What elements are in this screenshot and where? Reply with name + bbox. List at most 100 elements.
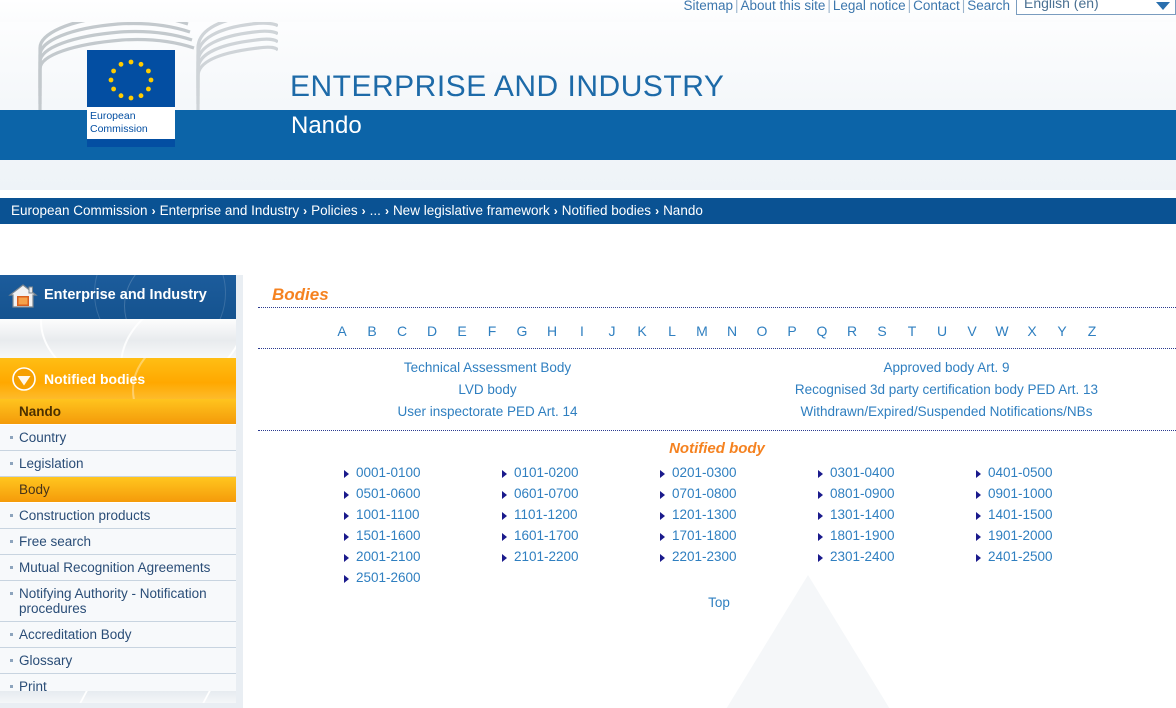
range-link[interactable]: 1601-1700: [502, 528, 579, 543]
alpha-link-e[interactable]: E: [447, 323, 477, 339]
sidebar-item-label[interactable]: Glossary: [19, 653, 72, 668]
alpha-link-l[interactable]: L: [657, 323, 687, 339]
range-link[interactable]: 0401-0500: [976, 465, 1053, 480]
breadcrumb-item-ellipsis[interactable]: ...: [370, 203, 381, 218]
link-technical-assessment-body[interactable]: Technical Assessment Body: [404, 360, 571, 375]
range-cell: 2201-2300: [660, 549, 818, 570]
link-recognised-3d-party-certification-body[interactable]: Recognised 3d party certification body P…: [795, 382, 1098, 397]
breadcrumb-bar: European Commission › Enterprise and Indus…: [0, 198, 1176, 224]
sidebar-item-label[interactable]: Accreditation Body: [19, 627, 132, 642]
sidebar-item-label[interactable]: Legislation: [19, 456, 84, 471]
sidebar-header[interactable]: Enterprise and Industry: [0, 275, 236, 319]
range-link[interactable]: 0801-0900: [818, 486, 895, 501]
range-link[interactable]: 2001-2100: [344, 549, 421, 564]
range-link[interactable]: 0601-0700: [502, 486, 579, 501]
sidebar-item-label[interactable]: Construction products: [19, 508, 150, 523]
range-link[interactable]: 0201-0300: [660, 465, 737, 480]
alpha-link-x[interactable]: X: [1017, 323, 1047, 339]
range-cell: 2301-2400: [818, 549, 976, 570]
language-select[interactable]: English (en): [1016, 0, 1176, 15]
contact-link[interactable]: Contact: [913, 0, 960, 13]
sidebar-section-notified-bodies[interactable]: Notified bodies: [0, 358, 236, 399]
alpha-link-m[interactable]: M: [687, 323, 717, 339]
breadcrumb-item-notified-bodies[interactable]: Notified bodies: [562, 203, 651, 218]
sidebar-item-label[interactable]: Country: [19, 430, 66, 445]
sidebar-item-construction-products[interactable]: Construction products: [0, 503, 236, 529]
sidebar-item-label[interactable]: Mutual Recognition Agreements: [19, 560, 210, 575]
range-link[interactable]: 1701-1800: [660, 528, 737, 543]
alpha-link-n[interactable]: N: [717, 323, 747, 339]
top-anchor-link[interactable]: Top: [708, 595, 730, 610]
range-cell: 0301-0400: [818, 465, 976, 486]
alpha-link-h[interactable]: H: [537, 323, 567, 339]
breadcrumb-item-new-legislative-framework[interactable]: New legislative framework: [393, 203, 550, 218]
range-link[interactable]: 1001-1100: [344, 507, 420, 522]
body-type-cell: Approved body Art. 9: [717, 360, 1176, 382]
alpha-link-p[interactable]: P: [777, 323, 807, 339]
alpha-link-r[interactable]: R: [837, 323, 867, 339]
link-approved-body-art-9[interactable]: Approved body Art. 9: [883, 360, 1009, 375]
alpha-link-k[interactable]: K: [627, 323, 657, 339]
range-link[interactable]: 1901-2000: [976, 528, 1053, 543]
sidebar-item-glossary[interactable]: Glossary: [0, 648, 236, 674]
alpha-link-g[interactable]: G: [507, 323, 537, 339]
breadcrumb-item-enterprise-and-industry[interactable]: Enterprise and Industry: [160, 203, 300, 218]
range-link[interactable]: 2101-2200: [502, 549, 579, 564]
breadcrumb-item-policies[interactable]: Policies: [311, 203, 358, 218]
sidebar-item-label[interactable]: Notifying Authority - Notification proce…: [19, 586, 207, 616]
alpha-link-f[interactable]: F: [477, 323, 507, 339]
alpha-link-a[interactable]: A: [327, 323, 357, 339]
breadcrumb-chevron-icon-3: ›: [361, 204, 366, 218]
sidebar-item-free-search[interactable]: Free search: [0, 529, 236, 555]
range-link[interactable]: 0501-0600: [344, 486, 421, 501]
sidebar-item-country[interactable]: Country: [0, 425, 236, 451]
breadcrumb-item-european-commission[interactable]: European Commission: [11, 203, 148, 218]
alpha-link-s[interactable]: S: [867, 323, 897, 339]
breadcrumb-item-nando[interactable]: Nando: [663, 203, 703, 218]
sidebar-item-legislation[interactable]: Legislation: [0, 451, 236, 477]
range-link[interactable]: 0701-0800: [660, 486, 737, 501]
range-link[interactable]: 2501-2600: [344, 570, 421, 585]
range-link[interactable]: 1301-1400: [818, 507, 895, 522]
alpha-link-i[interactable]: I: [567, 323, 597, 339]
alpha-link-y[interactable]: Y: [1047, 323, 1077, 339]
sitemap-link[interactable]: Sitemap: [683, 0, 733, 13]
sidebar-item-notifying-authority[interactable]: Notifying Authority - Notification proce…: [0, 581, 236, 622]
range-link[interactable]: 2201-2300: [660, 549, 737, 564]
range-cell: 2101-2200: [502, 549, 660, 570]
range-link[interactable]: 0301-0400: [818, 465, 895, 480]
link-lvd-body[interactable]: LVD body: [458, 382, 516, 397]
range-link[interactable]: 0901-1000: [976, 486, 1053, 501]
alpha-link-j[interactable]: J: [597, 323, 627, 339]
range-link[interactable]: 0101-0200: [502, 465, 579, 480]
link-withdrawn-expired-suspended[interactable]: Withdrawn/Expired/Suspended Notification…: [801, 404, 1093, 419]
alpha-link-w[interactable]: W: [987, 323, 1017, 339]
alpha-link-b[interactable]: B: [357, 323, 387, 339]
range-link[interactable]: 2401-2500: [976, 549, 1053, 564]
sidebar-item-body[interactable]: Body: [0, 477, 236, 503]
sidebar-item-label[interactable]: Free search: [19, 534, 91, 549]
page-title: Bodies: [272, 285, 329, 304]
alpha-link-q[interactable]: Q: [807, 323, 837, 339]
range-link[interactable]: 1801-1900: [818, 528, 895, 543]
range-link[interactable]: 1401-1500: [976, 507, 1053, 522]
link-user-inspectorate-ped-art-14[interactable]: User inspectorate PED Art. 14: [397, 404, 577, 419]
breadcrumb-chevron-icon-6: ›: [655, 204, 660, 218]
range-link[interactable]: 1201-1300: [660, 507, 737, 522]
alpha-link-z[interactable]: Z: [1077, 323, 1107, 339]
sidebar-item-mutual-recognition-agreements[interactable]: Mutual Recognition Agreements: [0, 555, 236, 581]
alpha-link-u[interactable]: U: [927, 323, 957, 339]
alpha-link-o[interactable]: O: [747, 323, 777, 339]
range-link[interactable]: 1101-1200: [502, 507, 578, 522]
legal-notice-link[interactable]: Legal notice: [833, 0, 906, 13]
range-link[interactable]: 1501-1600: [344, 528, 421, 543]
sidebar-item-accreditation-body[interactable]: Accreditation Body: [0, 622, 236, 648]
alpha-link-v[interactable]: V: [957, 323, 987, 339]
alpha-link-t[interactable]: T: [897, 323, 927, 339]
range-link[interactable]: 0001-0100: [344, 465, 421, 480]
alpha-link-c[interactable]: C: [387, 323, 417, 339]
search-link[interactable]: Search: [967, 0, 1010, 13]
alpha-link-d[interactable]: D: [417, 323, 447, 339]
range-link[interactable]: 2301-2400: [818, 549, 895, 564]
about-this-site-link[interactable]: About this site: [741, 0, 826, 13]
